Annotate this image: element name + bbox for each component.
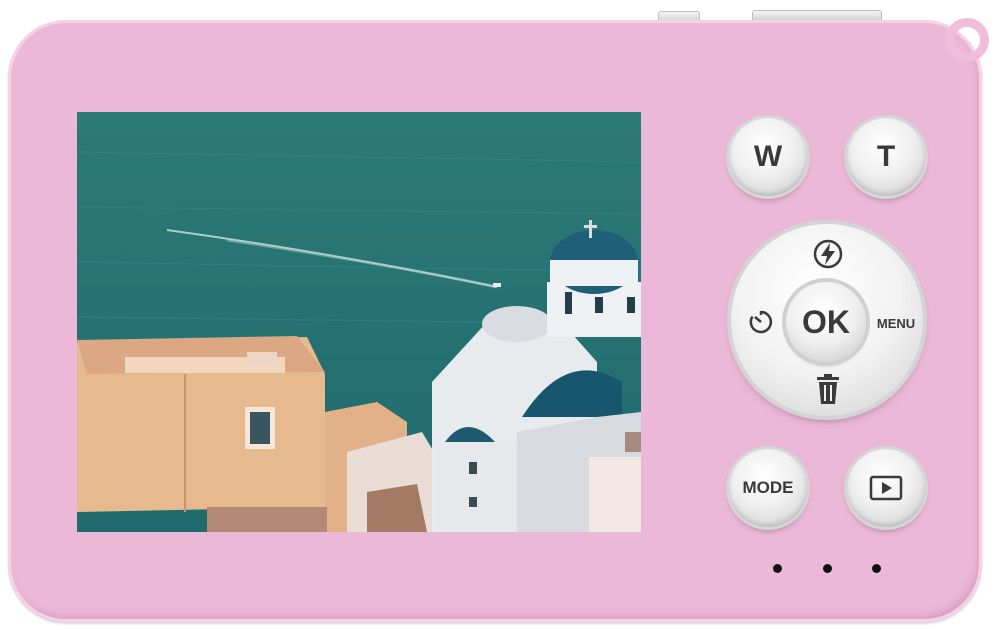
ok-button[interactable]: OK xyxy=(786,282,866,362)
playback-button[interactable] xyxy=(847,449,925,527)
preview-photo xyxy=(77,112,641,532)
delete-button[interactable] xyxy=(806,368,850,410)
mode-button[interactable]: MODE xyxy=(729,449,807,527)
trash-icon xyxy=(817,374,839,404)
zoom-wide-label: W xyxy=(753,140,783,173)
menu-label: MENU xyxy=(876,315,916,331)
flash-icon xyxy=(813,239,843,269)
zoom-wide-button[interactable]: W xyxy=(729,118,807,196)
self-timer-icon xyxy=(749,310,773,334)
menu-button[interactable]: MENU xyxy=(870,308,922,338)
ok-label: OK xyxy=(802,303,850,340)
strap-loop xyxy=(945,18,989,62)
playback-icon xyxy=(869,475,903,501)
indicator-dot xyxy=(773,564,782,573)
self-timer-button[interactable] xyxy=(741,302,781,342)
flash-button[interactable] xyxy=(806,234,850,274)
indicator-dot xyxy=(872,564,881,573)
zoom-tele-label: T xyxy=(876,140,896,173)
lcd-screen xyxy=(77,112,641,532)
mode-label: MODE xyxy=(742,478,794,497)
zoom-tele-button[interactable]: T xyxy=(847,118,925,196)
indicator-dot xyxy=(823,564,832,573)
